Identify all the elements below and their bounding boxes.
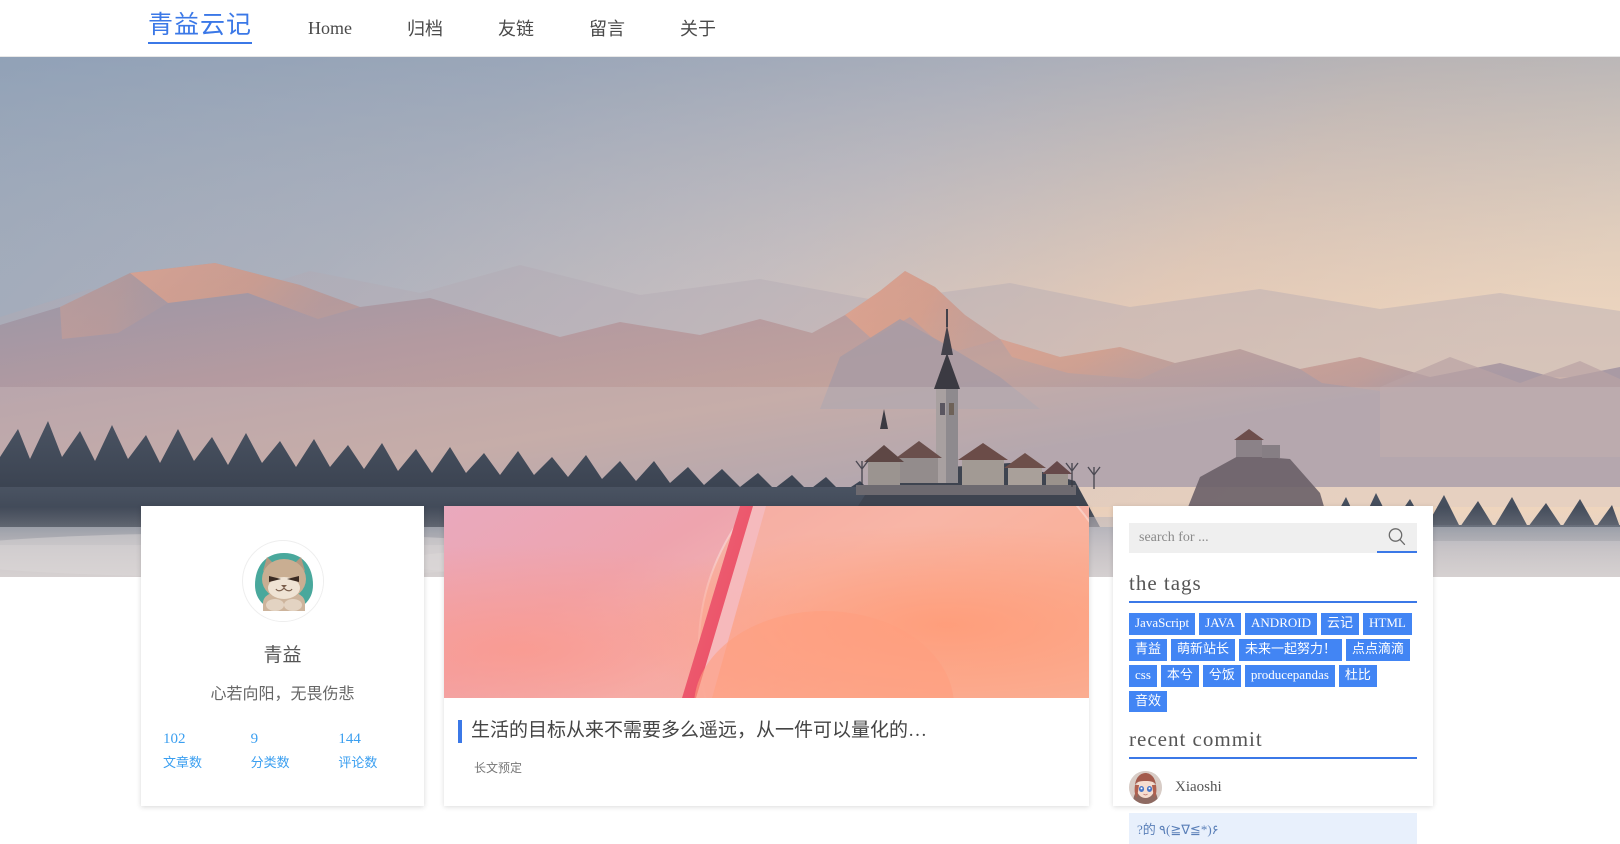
tag-item[interactable]: 未来一起努力！ [1239, 638, 1343, 661]
hero-banner-image [0, 57, 1620, 577]
stat-categories-value: 9 [250, 731, 259, 747]
stat-categories[interactable]: 9 分类数 [239, 731, 327, 771]
tag-list: JavaScript JAVA ANDROID 云记 HTML 青益 萌新站长 … [1129, 613, 1417, 713]
tag-item[interactable]: ANDROID [1245, 613, 1317, 635]
nav-link-message[interactable]: 留言 [589, 15, 625, 41]
nav-link-home[interactable]: Home [308, 18, 352, 39]
search-button[interactable] [1377, 523, 1417, 553]
tag-item[interactable]: css [1129, 664, 1157, 687]
stat-comments-value: 144 [338, 731, 361, 747]
article-body: 生活的目标从来不需要多么遥远，从一件可以量化的… 长文预定 [444, 698, 1089, 776]
tag-item[interactable]: HTML [1363, 613, 1412, 635]
nav-links: Home 归档 友链 留言 关于 [308, 15, 771, 41]
stat-articles-value: 102 [163, 731, 186, 747]
profile-motto: 心若向阳，无畏伤悲 [210, 686, 355, 703]
commit-head: Xiaoshi [1129, 771, 1417, 805]
hero-landscape-illustration [0, 57, 1620, 577]
tag-item[interactable]: 青益 [1129, 638, 1168, 661]
tag-item[interactable]: 点点滴滴 [1346, 638, 1411, 661]
recent-commit-title: recent commit [1129, 727, 1417, 760]
sidebar-card: the tags JavaScript JAVA ANDROID 云记 HTML… [1113, 506, 1433, 844]
anime-girl-avatar-icon [1129, 771, 1162, 805]
stat-comments-label: 评论数 [338, 755, 378, 770]
avatar[interactable] [241, 540, 324, 622]
article-card[interactable]: 生活的目标从来不需要多么遥远，从一件可以量化的… 长文预定 [444, 506, 1089, 806]
tag-item[interactable]: 兮饭 [1202, 664, 1241, 687]
stat-comments[interactable]: 144 评论数 [326, 731, 414, 771]
tag-item[interactable]: 本兮 [1160, 664, 1199, 687]
abstract-gradient-image [444, 506, 1089, 698]
tag-item[interactable]: 萌新站长 [1171, 638, 1236, 661]
tag-item[interactable]: 云记 [1320, 613, 1359, 635]
commenter-name: Xiaoshi [1175, 779, 1222, 796]
nav-link-about[interactable]: 关于 [680, 15, 716, 41]
profile-stats: 102 文章数 9 分类数 144 评论数 [141, 731, 424, 771]
search-row [1129, 523, 1417, 553]
profile-card: 青益 心若向阳，无畏伤悲 102 文章数 9 分类数 144 评论数 [141, 506, 424, 806]
nav-link-links[interactable]: 友链 [498, 15, 534, 41]
tag-item[interactable]: 杜比 [1338, 664, 1377, 687]
search-icon [1388, 528, 1406, 546]
article-meta: 长文预定 [474, 760, 523, 775]
tag-item[interactable]: producepandas [1244, 664, 1335, 687]
stat-categories-label: 分类数 [250, 755, 290, 770]
tag-item[interactable]: JavaScript [1129, 613, 1196, 635]
commit-text[interactable]: ?的 ٩(≧∇≦*)۶ [1129, 813, 1417, 844]
cat-avatar-icon [243, 542, 323, 621]
article-title[interactable]: 生活的目标从来不需要多么遥远，从一件可以量化的… [458, 720, 1071, 743]
profile-name: 青益 [263, 645, 302, 666]
tag-item[interactable]: 音效 [1129, 690, 1168, 713]
top-navbar: 青益云记 Home 归档 友链 留言 关于 [0, 0, 1620, 57]
stat-articles[interactable]: 102 文章数 [151, 731, 239, 771]
article-thumbnail[interactable] [444, 506, 1089, 698]
commenter-avatar[interactable] [1129, 771, 1162, 805]
site-brand[interactable]: 青益云记 [148, 12, 253, 44]
tags-section-title: the tags [1129, 571, 1417, 603]
stat-articles-label: 文章数 [163, 755, 203, 770]
nav-link-archive[interactable]: 归档 [407, 15, 443, 41]
commit-item: Xiaoshi ?的 ٩(≧∇≦*)۶ [1129, 771, 1417, 844]
tag-item[interactable]: JAVA [1199, 613, 1242, 635]
search-input[interactable] [1129, 523, 1377, 553]
